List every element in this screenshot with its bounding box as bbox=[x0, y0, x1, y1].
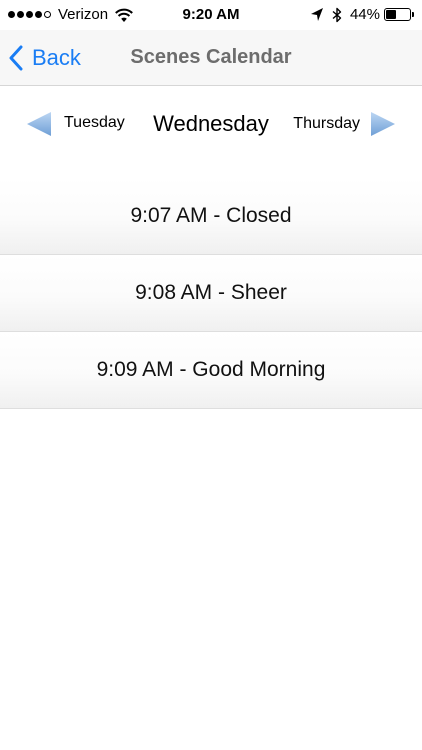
page-title: Scenes Calendar bbox=[130, 46, 292, 68]
battery-percent: 44% bbox=[349, 6, 380, 23]
battery-tip bbox=[412, 12, 414, 17]
scene-row-closed[interactable]: 9:07 AM - Closed bbox=[0, 178, 422, 255]
battery-icon bbox=[384, 8, 411, 21]
scene-list: 9:07 AM - Closed 9:08 AM - Sheer 9:09 AM… bbox=[0, 178, 422, 409]
location-arrow-icon bbox=[310, 7, 323, 21]
scene-label: 9:08 AM - Sheer bbox=[135, 281, 287, 304]
navigation-bar: Back Scenes Calendar bbox=[0, 30, 422, 86]
day-selector: Tuesday Wednesday Thursday bbox=[0, 86, 422, 176]
status-right: 44% bbox=[310, 6, 414, 23]
scene-row-good-morning[interactable]: 9:09 AM - Good Morning bbox=[0, 332, 422, 409]
next-day-arrow-icon[interactable] bbox=[369, 110, 397, 138]
screen: Verizon 9:20 AM 44% Back Scenes Calendar… bbox=[0, 0, 422, 750]
bluetooth-icon bbox=[332, 7, 342, 22]
next-day-label[interactable]: Thursday bbox=[293, 115, 360, 133]
scene-label: 9:07 AM - Closed bbox=[130, 204, 292, 227]
battery-level-fill bbox=[386, 10, 397, 19]
status-bar: Verizon 9:20 AM 44% bbox=[0, 0, 422, 30]
scene-label: 9:09 AM - Good Morning bbox=[96, 358, 326, 381]
scene-row-sheer[interactable]: 9:08 AM - Sheer bbox=[0, 255, 422, 332]
